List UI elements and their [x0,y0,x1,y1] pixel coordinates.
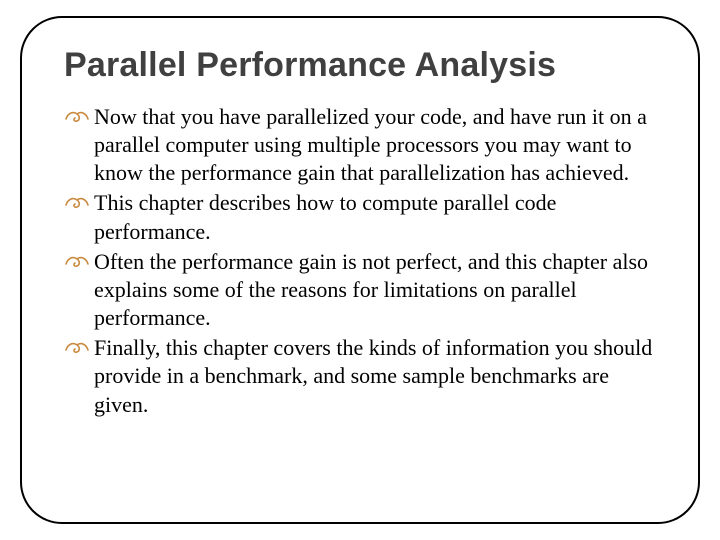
list-item: Now that you have parallelized your code… [64,103,656,187]
swirl-bullet-icon [64,193,90,213]
list-item: Often the performance gain is not perfec… [64,248,656,332]
slide-title: Parallel Performance Analysis [64,46,656,85]
list-item: Finally, this chapter covers the kinds o… [64,334,656,418]
swirl-bullet-icon [64,107,90,127]
bullet-text: This chapter describes how to compute pa… [94,190,556,243]
bullet-list: Now that you have parallelized your code… [64,103,656,419]
swirl-bullet-icon [64,338,90,358]
list-item: This chapter describes how to compute pa… [64,189,656,245]
slide-frame: Parallel Performance Analysis Now that y… [20,16,700,524]
bullet-text: Finally, this chapter covers the kinds o… [94,335,652,416]
bullet-text: Now that you have parallelized your code… [94,104,647,185]
swirl-bullet-icon [64,252,90,272]
bullet-text: Often the performance gain is not perfec… [94,249,648,330]
